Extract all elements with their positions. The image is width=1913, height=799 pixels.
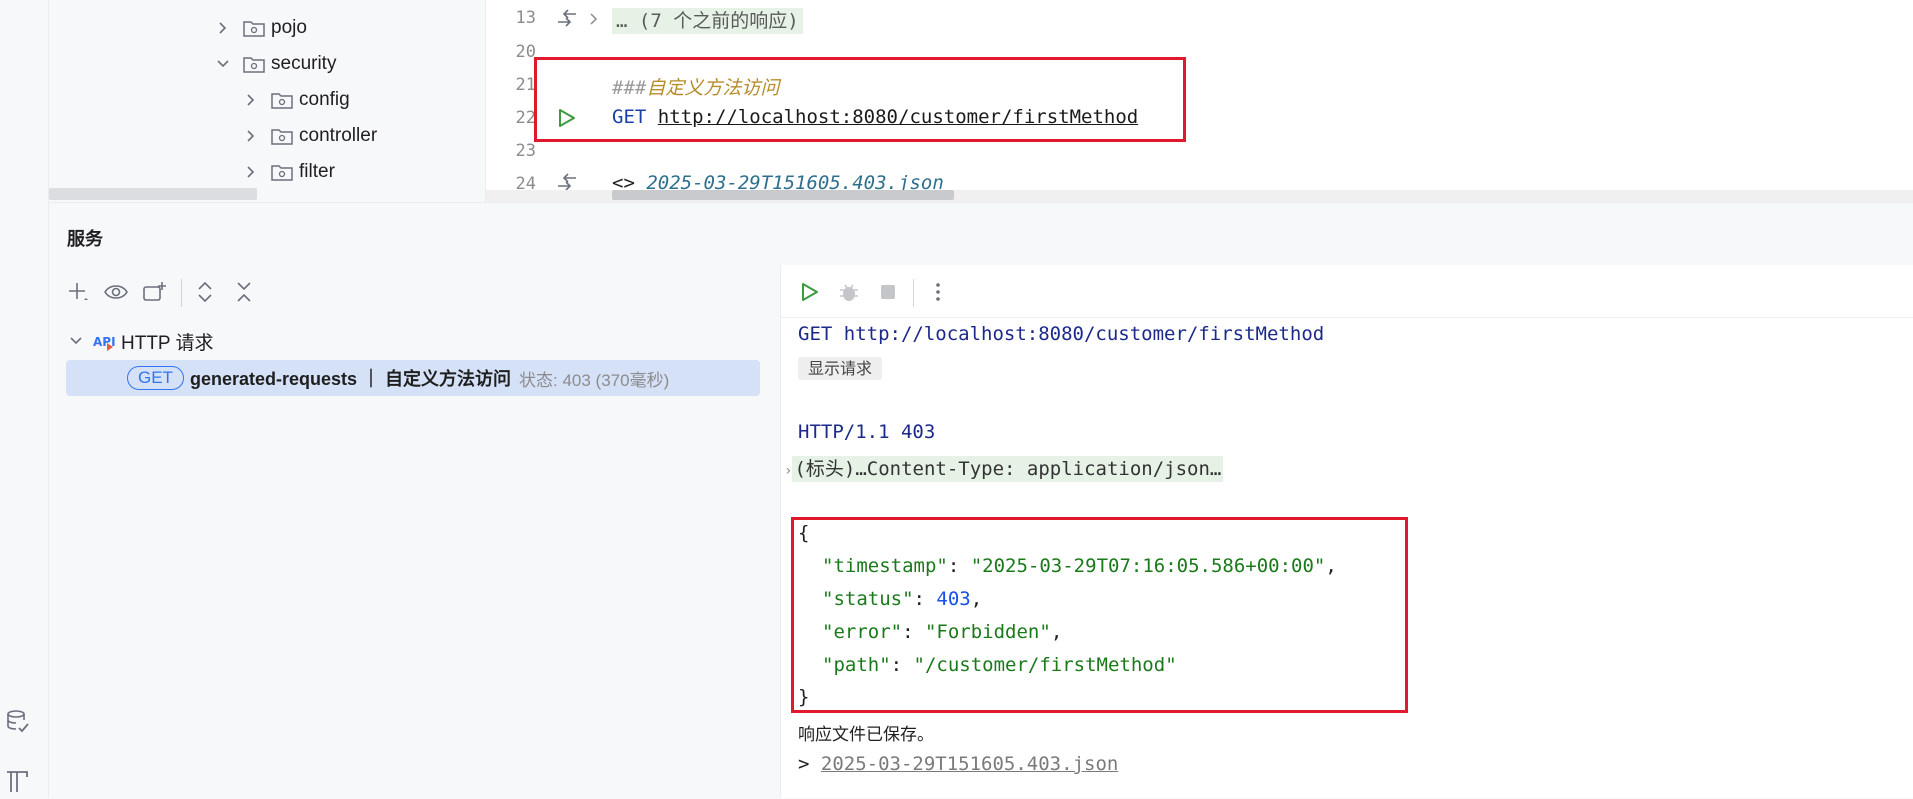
more-options-icon[interactable] [925,279,951,305]
tree-item-filter[interactable]: filter [243,158,335,186]
chevron-right-icon[interactable] [243,128,259,144]
chevron-down-icon[interactable] [215,56,231,72]
request-item-selected[interactable]: GET generated-requests ｜ 自定义方法访问 状态: 403… [66,360,760,396]
line-number: 21 [515,75,536,95]
code-line-22: GET http://localhost:8080/customer/first… [612,106,1138,128]
comment-text: 自定义方法访问 [646,77,780,99]
run-icon[interactable] [797,279,823,305]
tree-item-label: filter [299,161,335,182]
package-folder-icon [271,91,293,109]
services-tree-panel: API HTTP 请求 GET generated-requests ｜ 自定义… [49,265,781,798]
tree-item-security[interactable]: security [215,50,336,78]
tree-item-label: controller [299,125,378,146]
json-open-brace: { [798,522,810,544]
http-method: GET [612,106,647,128]
package-folder-icon [271,163,293,181]
line-number: 23 [515,141,536,161]
eye-icon[interactable] [103,279,129,305]
json-field-path: "path": "/customer/firstMethod" [822,654,1177,676]
collapsed-responses-hint[interactable]: … (7 个之前的响应) [612,8,803,34]
project-tree-panel: pojo security config controller filter [49,0,484,202]
output-status-line: HTTP/1.1 403 [798,421,936,443]
line-number: 20 [515,42,536,62]
code-line-13: … (7 个之前的响应) [612,6,803,34]
show-request-button[interactable]: 显示请求 [798,357,883,380]
tree-item-label: config [299,89,350,110]
expand-all-icon[interactable] [192,279,218,305]
run-request-icon[interactable] [556,107,578,134]
saved-file-row: > 2025-03-29T151605.403.json [798,753,1119,775]
tree-group-http-requests[interactable]: API HTTP 请求 [69,327,214,355]
collapse-all-icon[interactable] [231,279,257,305]
comment-prefix: ### [612,77,647,99]
request-status: 状态: 403 (370毫秒) [519,370,670,390]
tree-item-controller[interactable]: controller [243,122,377,150]
tree-group-label: HTTP 请求 [121,332,214,354]
database-icon[interactable] [5,708,31,734]
services-panel-header: 服务 [49,202,1913,266]
package-folder-icon [271,127,293,145]
code-line-21: ###自定义方法访问 [612,73,779,100]
json-field-timestamp: "timestamp": "2025-03-29T07:16:05.586+00… [822,555,1337,577]
get-method-badge: GET [127,366,184,390]
tree-item-label: pojo [271,17,307,38]
chevron-down-icon[interactable] [69,336,85,346]
toolbar-separator [181,279,182,307]
json-close-brace: } [798,686,810,708]
toolbar-separator [913,279,914,307]
headers-collapsed[interactable]: (标头)…Content-Type: application/json… [792,456,1224,482]
response-toolbar [781,265,1913,318]
stop-icon[interactable] [875,279,901,305]
chevron-right-icon[interactable] [243,92,259,108]
debug-icon[interactable] [836,279,862,305]
output-show-request-row: 显示请求 [798,355,883,380]
tree-item-pojo[interactable]: pojo [215,14,307,42]
fold-chevron-icon[interactable] [589,12,599,31]
add-icon[interactable] [65,279,91,305]
response-link-icon[interactable] [554,6,580,35]
package-folder-icon [243,19,265,37]
chevron-right-icon[interactable] [215,20,231,36]
text-tool-icon[interactable] [5,768,31,794]
output-request-line: GET http://localhost:8080/customer/first… [798,323,1325,345]
request-name: generated-requests ｜ 自定义方法访问 [189,369,512,389]
left-tool-strip [0,0,49,798]
request-url[interactable]: http://localhost:8080/customer/firstMeth… [658,106,1138,128]
chevron-right-icon[interactable] [243,164,259,180]
tree-horizontal-scrollbar[interactable] [49,188,257,200]
services-title: 服务 [67,229,103,249]
line-number: 22 [515,108,536,128]
saved-file-link[interactable]: 2025-03-29T151605.403.json [821,753,1118,775]
api-icon: API [93,331,115,351]
package-folder-icon [243,55,265,73]
output-headers-row[interactable]: › (标头)…Content-Type: application/json… [784,454,1224,482]
editor-gutter: 13 20 21 22 23 24 [486,0,608,202]
http-editor[interactable]: 13 20 21 22 23 24 … (7 个之前的响应) ###自定义方法访… [485,0,1913,202]
editor-horizontal-scrollbar[interactable] [612,190,954,200]
line-number: 13 [515,8,536,28]
json-field-status: "status": 403, [822,588,983,610]
tree-item-label: security [271,53,337,74]
new-tab-icon[interactable] [142,279,168,305]
json-field-error: "error": "Forbidden", [822,621,1063,643]
saved-message: 响应文件已保存。 [798,725,934,745]
response-output-panel: GET http://localhost:8080/customer/first… [781,265,1913,798]
tree-item-config[interactable]: config [243,86,350,114]
